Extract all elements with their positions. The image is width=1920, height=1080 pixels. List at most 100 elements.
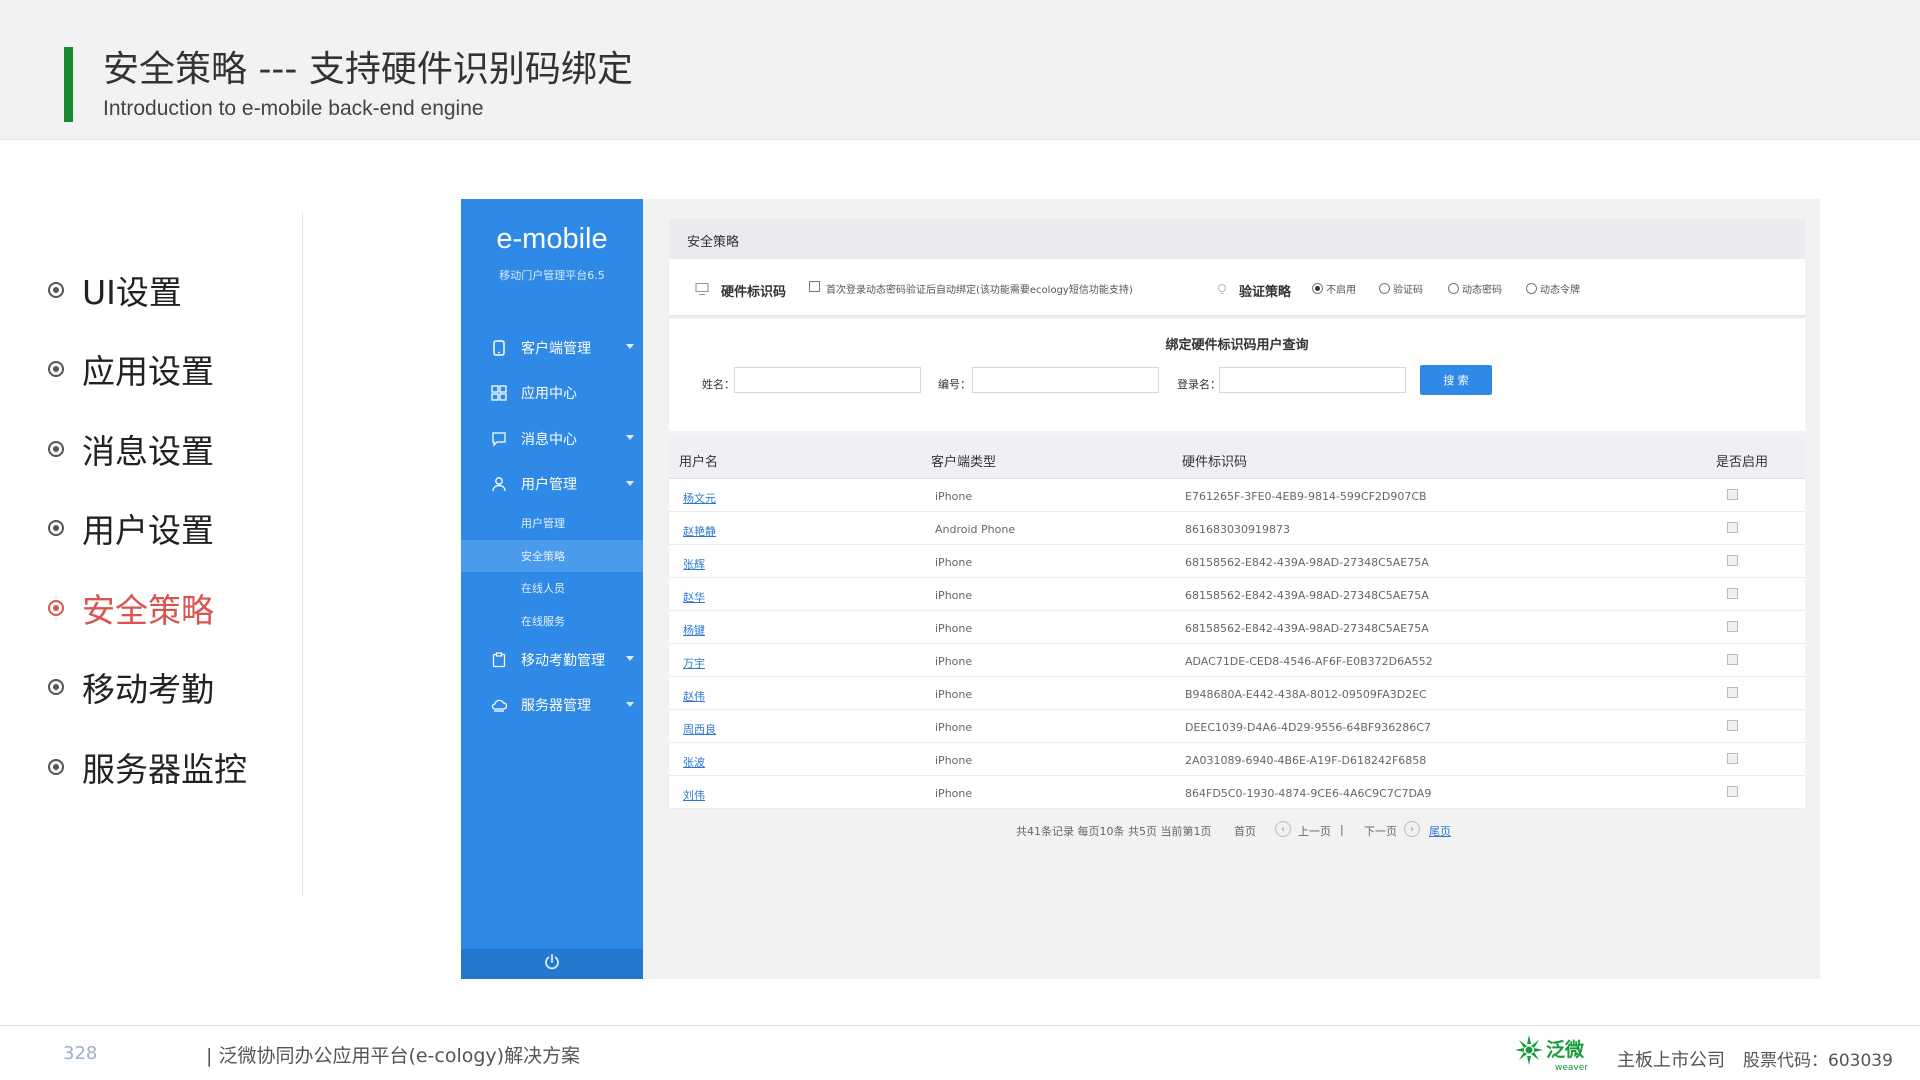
client-type-cell: Android Phone: [935, 523, 1016, 536]
user-link[interactable]: 张辉: [683, 556, 705, 572]
sidebar-item-message-center[interactable]: 消息中心: [461, 416, 643, 462]
radio-dynamic-password[interactable]: 动态密码: [1448, 281, 1502, 296]
chevron-down-icon: [626, 344, 634, 349]
sidebar-subitem-online-users[interactable]: 在线人员: [461, 572, 643, 605]
radio-captcha[interactable]: 验证码: [1379, 281, 1423, 296]
sidebar-subitem-user-mgmt[interactable]: 用户管理: [461, 507, 643, 540]
topic-app-settings[interactable]: 应用设置: [48, 330, 288, 410]
table-row: 杨键 iPhone 68158562-E842-439A-98AD-27348C5A…: [669, 611, 1805, 644]
enabled-checkbox[interactable]: [1727, 489, 1738, 500]
name-input[interactable]: [734, 367, 921, 393]
user-link[interactable]: 赵伟: [683, 688, 705, 704]
enabled-checkbox[interactable]: [1727, 720, 1738, 731]
column-header-client-type: 客户端类型: [931, 455, 997, 470]
footer-divider: [0, 1025, 1920, 1026]
user-link[interactable]: 杨文元: [683, 490, 716, 506]
auto-bind-checkbox-label: 首次登录动态密码验证后自动绑定(该功能需要ecology短信功能支持): [826, 285, 1133, 296]
client-type-cell: iPhone: [935, 787, 973, 800]
radio-dot: [1379, 283, 1390, 294]
radio-disabled[interactable]: 不启用: [1312, 281, 1356, 296]
topic-ui-settings[interactable]: UI设置: [48, 250, 288, 330]
sidebar-item-label: 客户端管理: [521, 340, 591, 357]
table-row: 张辉 iPhone 68158562-E842-439A-98AD-27348C5A…: [669, 545, 1805, 578]
sidebar-item-attendance-mgmt[interactable]: 移动考勤管理: [461, 637, 643, 683]
name-field-label: 姓名：: [702, 378, 735, 391]
enabled-checkbox[interactable]: [1727, 786, 1738, 797]
enabled-checkbox[interactable]: [1727, 522, 1738, 533]
sidebar-item-server-mgmt[interactable]: 服务器管理: [461, 683, 643, 729]
sidebar-item-label: 服务器管理: [521, 698, 591, 715]
logo-subtext: weaver: [1555, 1063, 1588, 1073]
table-row: 赵艳静 Android Phone 861683030919873: [669, 512, 1805, 545]
weaver-logo: 泛微 weaver: [1515, 1032, 1601, 1074]
client-type-cell: iPhone: [935, 721, 973, 734]
topic-message-settings[interactable]: 消息设置: [48, 409, 288, 489]
page-subtitle: Introduction to e-mobile back-end engine: [103, 97, 484, 120]
message-icon: [491, 431, 507, 447]
user-link[interactable]: 刘伟: [683, 787, 705, 803]
login-field-label: 登录名：: [1177, 378, 1221, 391]
number-input[interactable]: [972, 367, 1159, 393]
pager-next[interactable]: 下一页: [1364, 823, 1397, 839]
topic-label: 安全策略: [82, 590, 214, 630]
enabled-checkbox[interactable]: [1727, 555, 1738, 566]
page-number: 328: [63, 1043, 98, 1064]
hw-code-cell: B948680A-E442-438A-8012-09509FA3D2EC: [1185, 688, 1427, 701]
topic-label: 应用设置: [82, 352, 214, 392]
topic-user-settings[interactable]: 用户设置: [48, 489, 288, 569]
pagination: 共41条记录 每页10条 共5页 当前第1页 首页 ‹ 上一页 | 下一页 › …: [669, 821, 1805, 841]
pager-prev[interactable]: 上一页: [1298, 823, 1331, 839]
number-field-label: 编号：: [938, 378, 971, 391]
sidebar-item-app-center[interactable]: 应用中心: [461, 371, 643, 417]
page-title: 安全策略 --- 支持硬件识别码绑定: [103, 49, 633, 90]
power-icon[interactable]: [543, 953, 561, 975]
sidebar-item-client-mgmt[interactable]: 客户端管理: [461, 325, 643, 371]
user-link[interactable]: 张波: [683, 754, 705, 770]
enabled-checkbox[interactable]: [1727, 621, 1738, 632]
topic-security-policy[interactable]: 安全策略: [48, 568, 288, 648]
user-link[interactable]: 赵艳静: [683, 523, 716, 539]
topic-server-monitoring[interactable]: 服务器监控: [48, 727, 288, 807]
breadcrumb-label: 安全策略: [687, 235, 740, 250]
user-link[interactable]: 万宇: [683, 655, 705, 671]
radio-dynamic-token[interactable]: 动态令牌: [1526, 281, 1580, 296]
radio-label: 动态令牌: [1540, 285, 1580, 296]
hw-code-cell: DEEC1039-D4A6-4D29-9556-64BF936286C7: [1185, 721, 1431, 734]
bullet-icon: [48, 520, 64, 537]
table-row: 张波 iPhone 2A031089-6940-4B6E-A19F-D618242F…: [669, 743, 1805, 776]
sidebar-footer: [461, 949, 643, 979]
user-link[interactable]: 赵华: [683, 589, 705, 605]
pager-first[interactable]: 首页: [1234, 823, 1256, 839]
chevron-left-icon[interactable]: ‹: [1275, 821, 1291, 837]
client-type-cell: iPhone: [935, 622, 973, 635]
user-link[interactable]: 杨键: [683, 622, 705, 638]
pager-summary: 共41条记录 每页10条 共5页 当前第1页: [1016, 825, 1212, 838]
enabled-checkbox[interactable]: [1727, 687, 1738, 698]
sidebar-item-label: 消息中心: [521, 431, 577, 448]
user-link[interactable]: 周西良: [683, 721, 716, 737]
hw-code-cell: 864FD5C0-1930-4874-9CE6-4A6C9C7C7DA9: [1185, 787, 1432, 800]
login-input[interactable]: [1219, 367, 1406, 393]
topic-mobile-attendance[interactable]: 移动考勤: [48, 648, 288, 728]
table-row: 赵伟 iPhone B948680A-E442-438A-8012-09509FA3…: [669, 677, 1805, 710]
bullet-icon: [48, 679, 64, 696]
sidebar-subitem-online-service[interactable]: 在线服务: [461, 605, 643, 638]
enabled-checkbox[interactable]: [1727, 654, 1738, 665]
client-type-cell: iPhone: [935, 556, 973, 569]
enabled-checkbox[interactable]: [1727, 753, 1738, 764]
column-header-enabled: 是否启用: [1716, 455, 1769, 470]
sidebar-item-user-mgmt[interactable]: 用户管理: [461, 462, 643, 508]
search-button[interactable]: 搜 索: [1420, 365, 1492, 395]
search-panel: 绑定硬件标识码用户查询 姓名： 编号： 登录名： 搜 索: [669, 319, 1805, 431]
radio-label: 验证码: [1393, 285, 1423, 296]
chevron-right-icon[interactable]: ›: [1404, 821, 1420, 837]
header-band: 安全策略 --- 支持硬件识别码绑定 Introduction to e-mob…: [0, 0, 1920, 140]
auto-bind-checkbox[interactable]: [809, 281, 820, 292]
sidebar-subitem-security[interactable]: 安全策略: [461, 539, 643, 572]
column-header-hw-code: 硬件标识码: [1182, 455, 1248, 470]
pager-last[interactable]: 尾页: [1429, 823, 1451, 839]
app-sidebar: e-mobile 移动门户管理平台6.5 客户端管理 应用中心 消息中心 用户管…: [461, 199, 643, 979]
topic-label: 消息设置: [82, 431, 214, 471]
enabled-checkbox[interactable]: [1727, 588, 1738, 599]
topic-label: 用户设置: [82, 511, 214, 551]
